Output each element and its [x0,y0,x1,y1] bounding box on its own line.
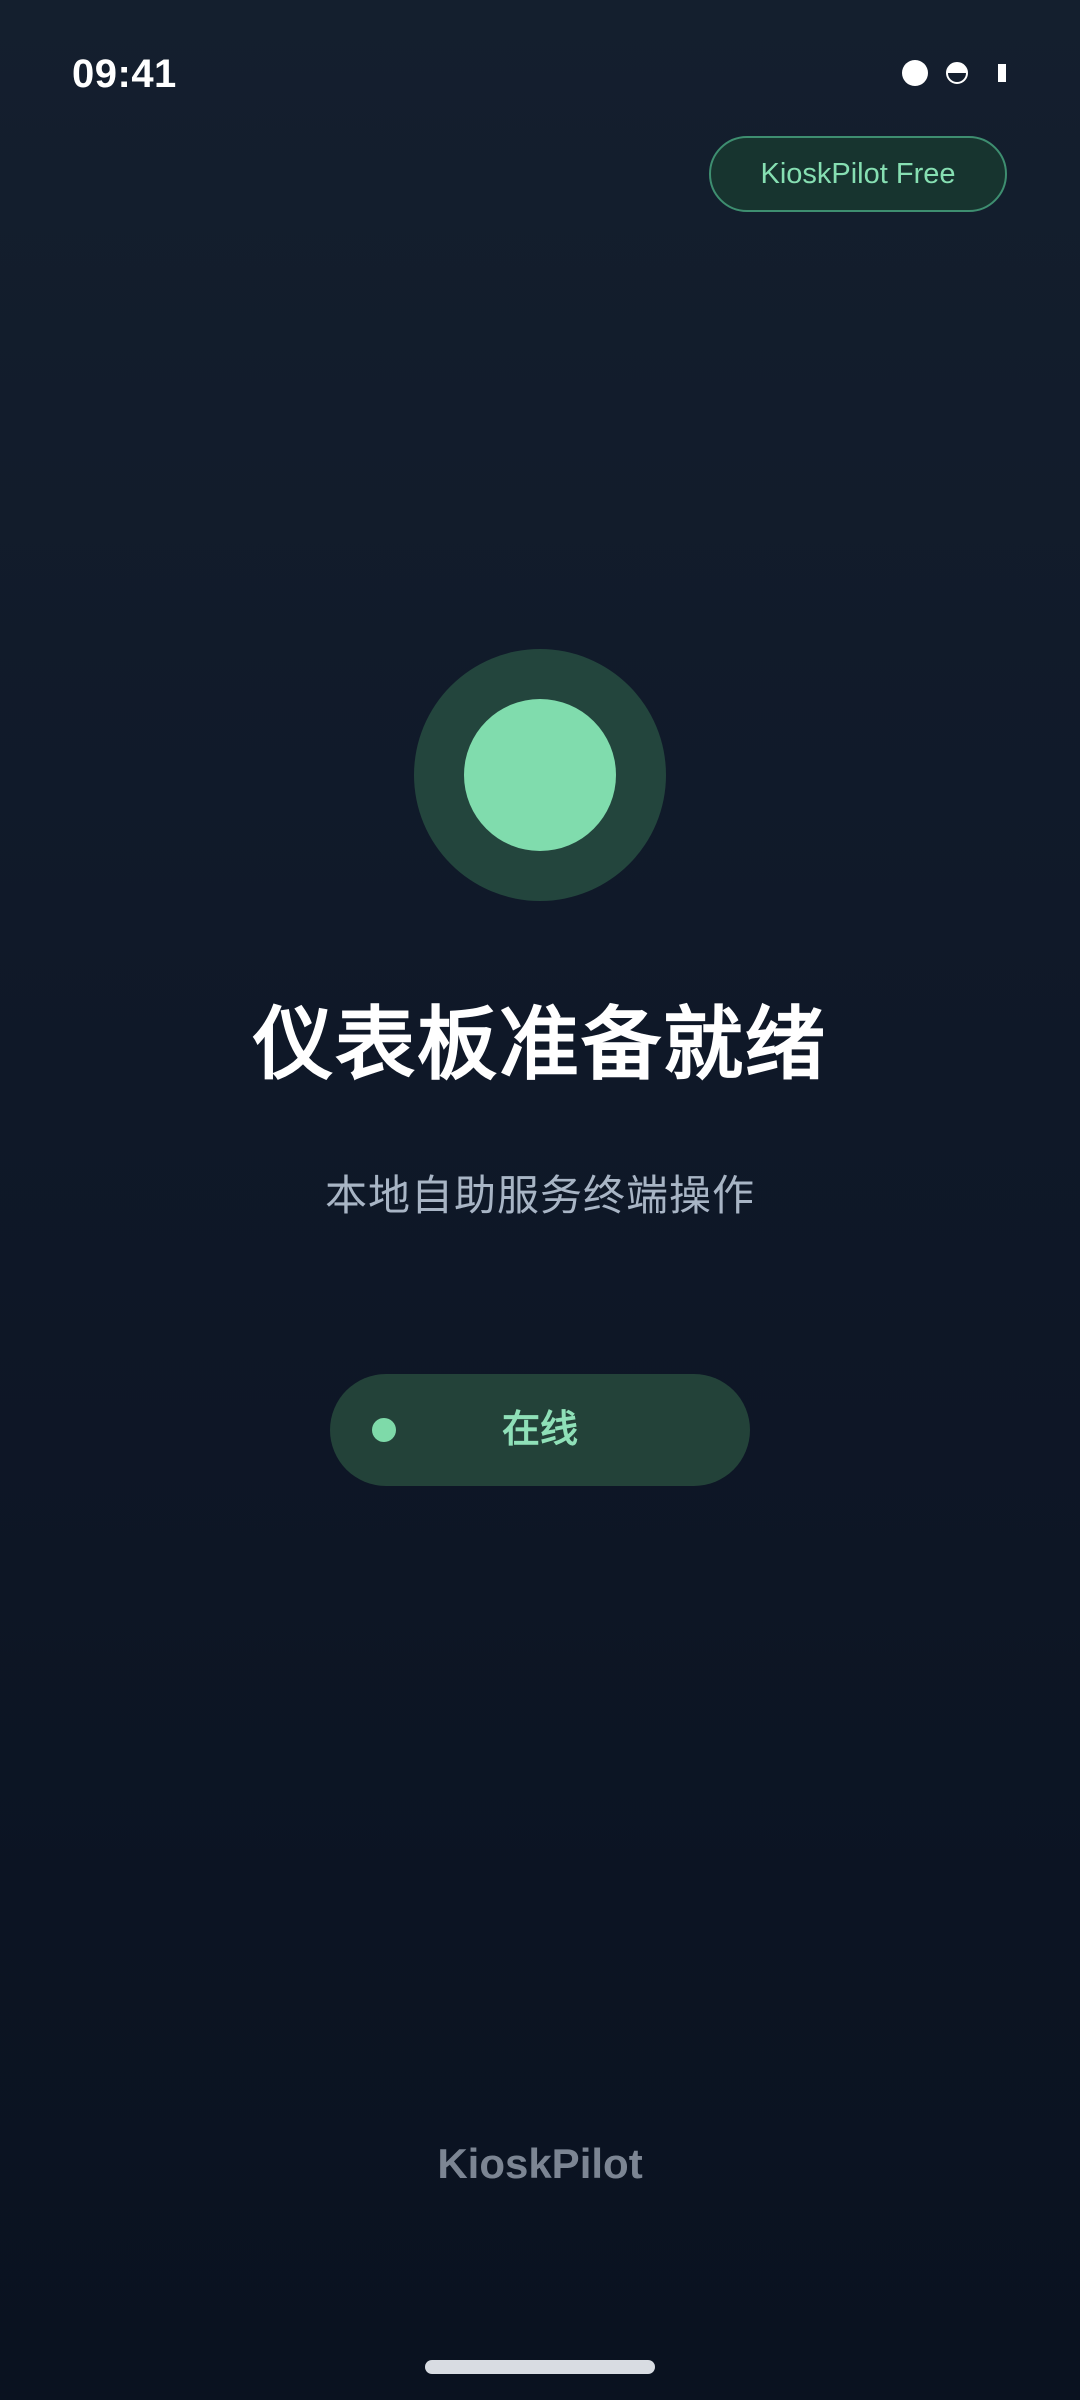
signal-dot-icon [902,60,928,86]
online-status-pill: 在线 [330,1374,750,1486]
online-status-label: 在线 [501,1409,578,1451]
footer-brand: KioskPilot [437,2140,643,2187]
home-indicator[interactable] [425,2360,655,2374]
status-bar: 09:41 [0,0,1080,150]
battery-icon [998,64,1006,82]
half-circle-icon [946,62,968,84]
status-time: 09:41 [72,52,177,96]
page-subtitle: 本地自助服务终端操作 [324,1172,755,1219]
page-title: 仪表板准备就绪 [253,1000,827,1089]
status-icons [902,60,1006,86]
status-circle-icon [414,649,666,901]
status-circle-core [464,699,616,851]
plan-badge[interactable]: KioskPilot Free [709,136,1007,212]
